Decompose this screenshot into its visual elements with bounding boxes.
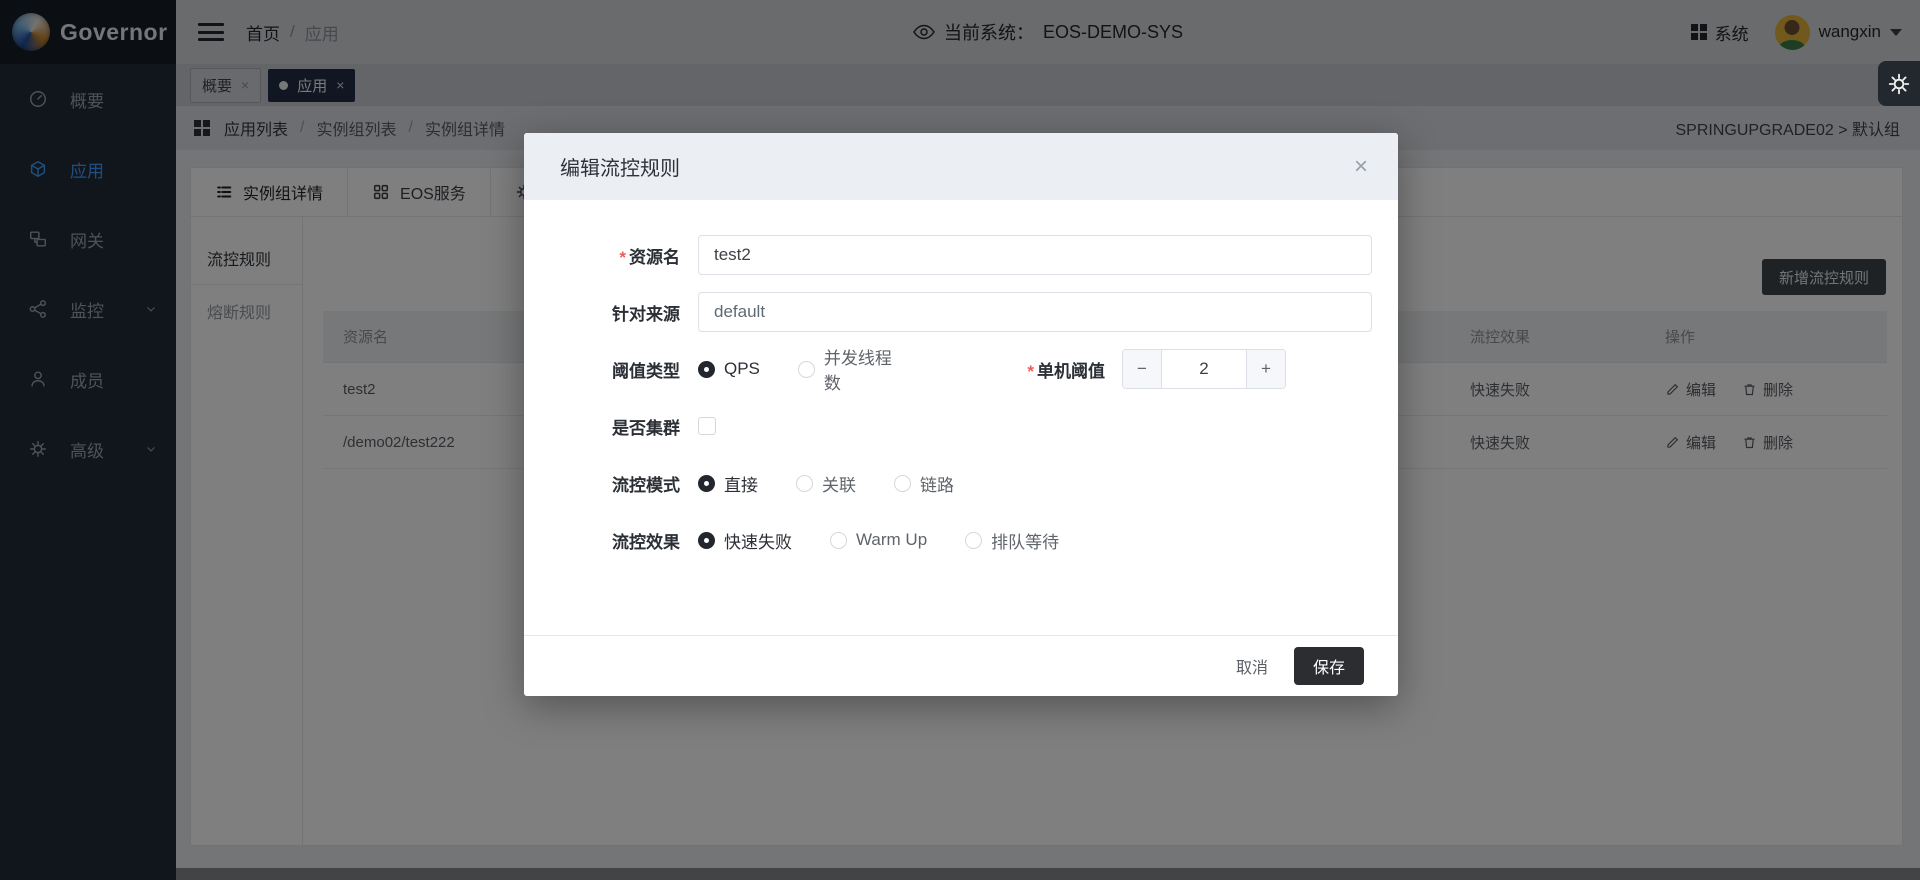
settings-fab[interactable] [1878,61,1920,106]
radio-label: 链路 [920,471,954,496]
radio-qps[interactable]: QPS [698,359,760,379]
app-root: Governor 首页 / 应用 当前系统： EOS-DEMO-SYS 系统 [0,0,1920,880]
close-icon[interactable]: × [1354,155,1368,179]
decrement-button[interactable]: − [1123,350,1162,388]
radio-label: 并发线程数 [824,344,900,394]
resource-input[interactable] [698,235,1372,275]
radio-label: 排队等待 [991,528,1059,553]
radio-label: QPS [724,359,760,379]
flow-mode-label: 流控模式 [560,471,680,496]
radio-selected-icon [698,475,715,492]
radio-warm-up[interactable]: Warm Up [830,530,927,550]
source-label: 针对来源 [560,300,680,325]
radio-selected-icon [698,532,715,549]
flow-mode-radio-group: 直接 关联 链路 [698,471,992,496]
form-row-source: 针对来源 [560,292,1372,332]
form-row-threshold-type: 阈值类型 QPS 并发线程数 *单机阈值 − + [560,349,1372,389]
cancel-button[interactable]: 取消 [1234,648,1270,684]
radio-fast-fail[interactable]: 快速失败 [698,528,792,553]
resource-label: *资源名 [560,243,680,268]
radio-label: 快速失败 [724,528,792,553]
form-row-flow-effect: 流控效果 快速失败 Warm Up 排队等待 [560,520,1372,560]
single-threshold-label: *单机阈值 [938,357,1105,382]
radio-label: 关联 [822,471,856,496]
threshold-type-radio-group: QPS 并发线程数 [698,344,938,394]
dialog-title: 编辑流控规则 [560,152,680,181]
form-row-cluster: 是否集群 [560,406,1372,446]
threshold-type-label: 阈值类型 [560,357,680,382]
increment-button[interactable]: + [1246,350,1285,388]
source-input[interactable] [698,292,1372,332]
form-row-flow-mode: 流控模式 直接 关联 链路 [560,463,1372,503]
radio-label: Warm Up [856,530,927,550]
dialog-body: *资源名 针对来源 阈值类型 QPS 并发线程数 [524,200,1398,635]
save-button[interactable]: 保存 [1294,647,1364,685]
radio-associated[interactable]: 关联 [796,471,856,496]
radio-unselected-icon [894,475,911,492]
flow-effect-radio-group: 快速失败 Warm Up 排队等待 [698,528,1097,553]
radio-unselected-icon [830,532,847,549]
cluster-label: 是否集群 [560,414,680,439]
radio-unselected-icon [798,361,815,378]
form-row-resource: *资源名 [560,235,1372,275]
flow-effect-label: 流控效果 [560,528,680,553]
radio-selected-icon [698,361,715,378]
single-threshold-input[interactable] [1162,350,1246,388]
single-threshold-stepper: − + [1122,349,1286,389]
edit-flow-rule-dialog: 编辑流控规则 × *资源名 针对来源 阈值类型 QPS [524,133,1398,696]
radio-concurrent-threads[interactable]: 并发线程数 [798,344,900,394]
radio-label: 直接 [724,471,758,496]
radio-unselected-icon [965,532,982,549]
radio-unselected-icon [796,475,813,492]
radio-queue-wait[interactable]: 排队等待 [965,528,1059,553]
gear-icon [1887,72,1911,96]
radio-direct[interactable]: 直接 [698,471,758,496]
dialog-footer: 取消 保存 [524,635,1398,696]
dialog-header: 编辑流控规则 × [524,133,1398,200]
required-asterisk: * [619,248,626,267]
cluster-checkbox[interactable] [698,417,716,435]
radio-chain[interactable]: 链路 [894,471,954,496]
required-asterisk: * [1027,362,1034,381]
